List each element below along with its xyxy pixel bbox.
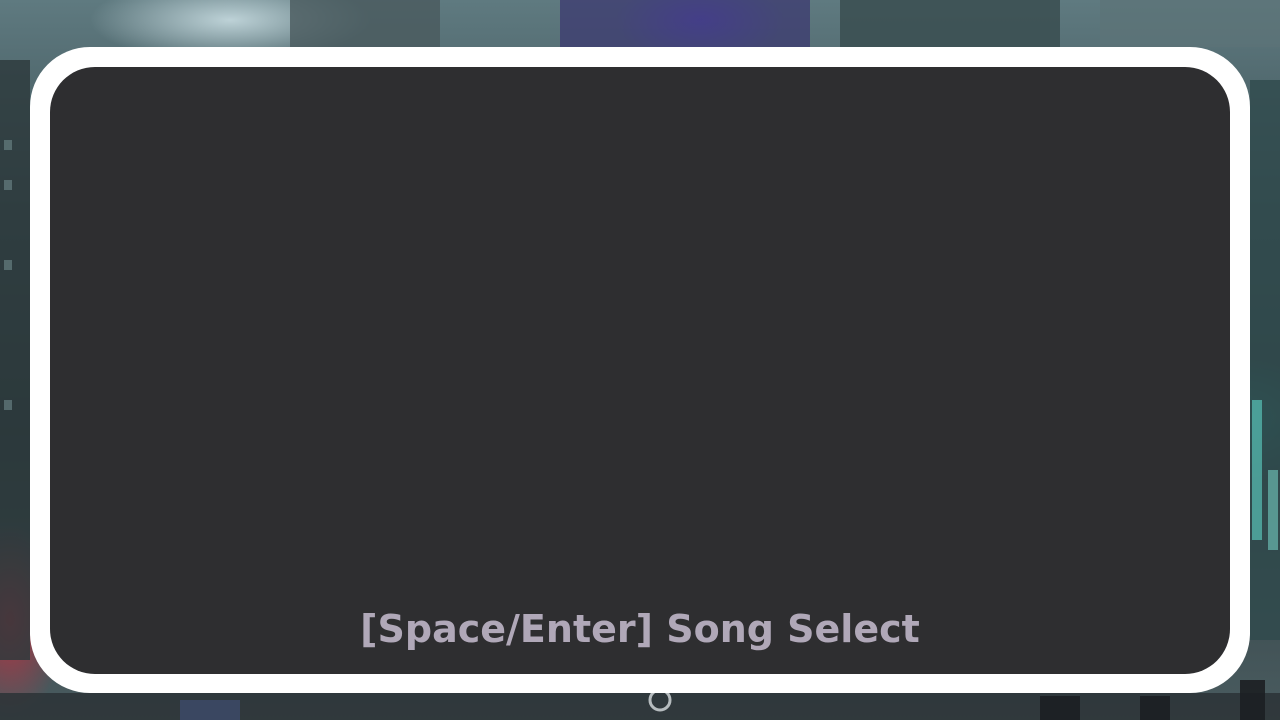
dialog-panel: [50, 67, 1230, 674]
song-select-prompt[interactable]: [Space/Enter] Song Select: [50, 604, 1230, 654]
